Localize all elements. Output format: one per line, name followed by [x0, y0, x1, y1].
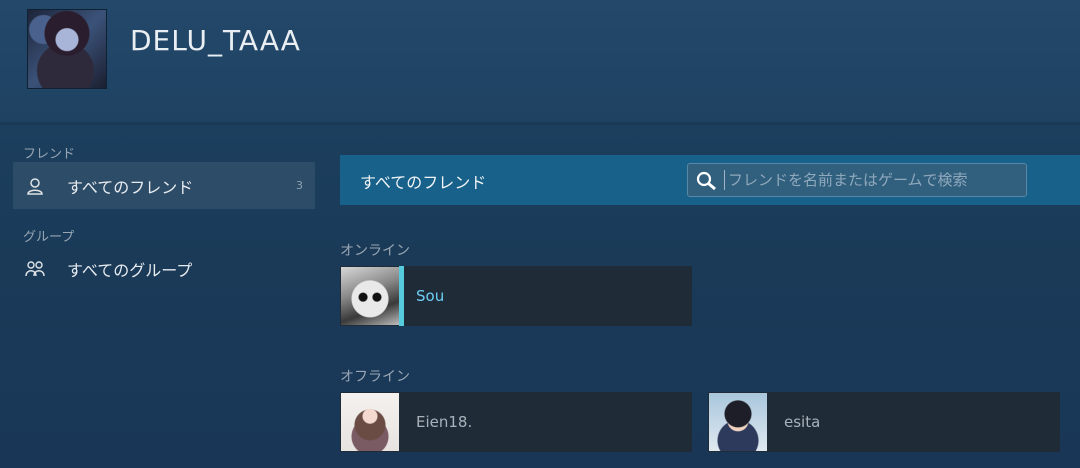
- profile-username: DELU_TAAA: [130, 24, 301, 57]
- friend-name: esita: [784, 413, 821, 431]
- friend-avatar: [341, 267, 399, 325]
- friends-topbar: すべてのフレンド: [340, 155, 1080, 205]
- sidebar-item-label: すべてのグループ: [67, 260, 193, 280]
- sidebar-item-all-groups[interactable]: すべてのグループ: [13, 245, 315, 292]
- friend-name: Sou: [416, 287, 445, 305]
- groups-section-label: グループ: [23, 230, 75, 245]
- sidebar-item-all-friends[interactable]: すべてのフレンド 3: [13, 162, 315, 209]
- friends-count: 3: [296, 179, 303, 192]
- group-icon: [25, 259, 45, 279]
- person-icon: [25, 176, 45, 196]
- friend-name: Eien18.: [416, 413, 473, 431]
- search-input[interactable]: [724, 170, 1018, 190]
- friend-avatar: [709, 393, 767, 451]
- profile-avatar[interactable]: [27, 9, 107, 89]
- friends-section-label: フレンド: [23, 147, 76, 162]
- friend-search-box[interactable]: [687, 163, 1027, 197]
- friend-card[interactable]: Sou: [340, 266, 692, 326]
- online-status-bar: [399, 266, 404, 326]
- friend-card[interactable]: Eien18.: [340, 392, 692, 452]
- page-title: すべてのフレンド: [360, 173, 487, 192]
- offline-section-label: オフライン: [340, 369, 410, 385]
- profile-header: DELU_TAAA: [0, 0, 1080, 125]
- sidebar-item-label: すべてのフレンド: [67, 177, 194, 197]
- online-section-label: オンライン: [340, 243, 410, 259]
- friend-card[interactable]: esita: [708, 392, 1060, 452]
- search-icon: [696, 171, 716, 191]
- friend-avatar: [341, 393, 399, 451]
